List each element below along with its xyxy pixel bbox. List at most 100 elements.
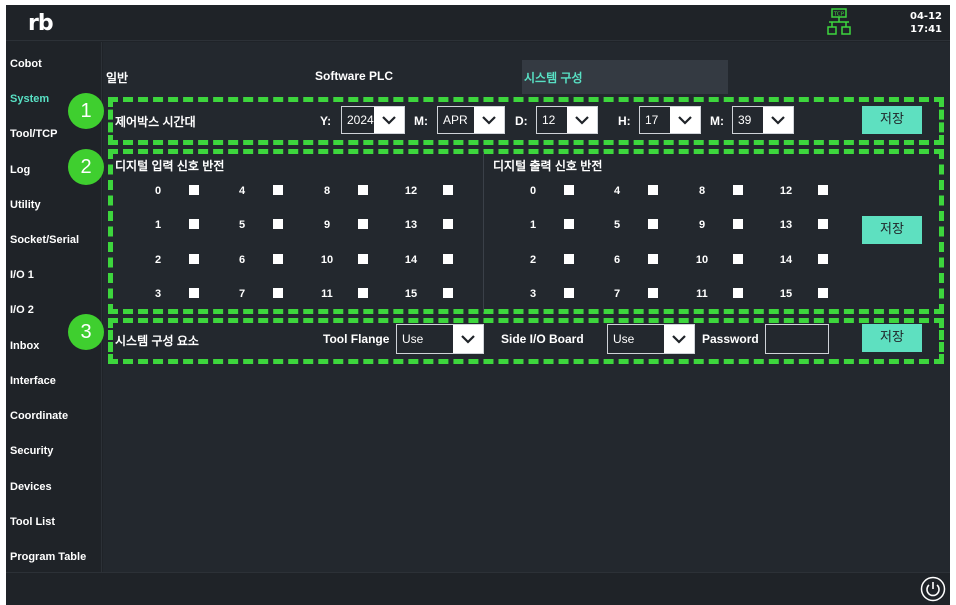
tcp-network-icon[interactable]: TCP [824, 8, 854, 38]
output-checkbox[interactable] [733, 288, 743, 298]
input-number: 2 [154, 254, 162, 266]
sidebar-item-io1[interactable]: I/O 1 [10, 269, 34, 281]
month-select[interactable]: APR [437, 106, 505, 134]
digital-input-title: 디지털 입력 신호 반전 [115, 159, 225, 173]
input-checkbox[interactable] [443, 288, 453, 298]
input-number: 1 [154, 219, 162, 231]
input-checkbox[interactable] [189, 288, 199, 298]
sidebar-item-log[interactable]: Log [10, 164, 30, 176]
sidebar-item-system[interactable]: System [10, 93, 49, 105]
output-checkbox[interactable] [733, 185, 743, 195]
input-number: 8 [323, 185, 331, 197]
month-label: M: [414, 114, 428, 128]
output-number: 5 [613, 219, 621, 231]
input-checkbox[interactable] [358, 254, 368, 264]
top-bar: rb TCP 04-12 17:41 [6, 5, 950, 41]
tool-flange-select[interactable]: Use [396, 324, 484, 354]
chevron-down-icon [374, 107, 404, 133]
step-badge-3: 3 [68, 314, 104, 350]
output-number: 10 [695, 254, 709, 266]
output-number: 9 [698, 219, 706, 231]
input-checkbox[interactable] [189, 219, 199, 229]
side-io-value: Use [613, 332, 635, 346]
digital-save-button[interactable]: 저장 [862, 216, 922, 244]
input-checkbox[interactable] [189, 185, 199, 195]
side-io-select[interactable]: Use [607, 324, 695, 354]
output-checkbox[interactable] [648, 288, 658, 298]
sidebar-item-tool-list[interactable]: Tool List [10, 516, 55, 528]
clock-time: 17:41 [910, 24, 942, 35]
input-checkbox[interactable] [358, 288, 368, 298]
input-number: 3 [154, 288, 162, 300]
sidebar-item-cobot[interactable]: Cobot [10, 58, 42, 70]
output-checkbox[interactable] [818, 185, 828, 195]
sidebar-item-devices[interactable]: Devices [10, 481, 52, 493]
tab-software-plc[interactable]: Software PLC [315, 69, 393, 83]
output-checkbox[interactable] [818, 219, 828, 229]
input-number: 11 [321, 288, 333, 300]
output-checkbox[interactable] [564, 219, 574, 229]
sidebar-item-inbox[interactable]: Inbox [10, 340, 39, 352]
chevron-down-icon [670, 107, 700, 133]
tool-flange-label: Tool Flange [323, 332, 390, 346]
tool-flange-value: Use [402, 332, 424, 346]
tab-system-config[interactable]: 시스템 구성 [524, 69, 583, 86]
year-value: 2024 [347, 113, 374, 127]
input-number: 10 [320, 254, 334, 266]
minute-select[interactable]: 39 [732, 106, 794, 134]
main-content: 일반 Software PLC 시스템 구성 제어박스 시간대 Y: 2024 … [103, 42, 950, 572]
input-number: 4 [238, 185, 246, 197]
power-icon[interactable] [920, 576, 946, 602]
input-checkbox[interactable] [273, 219, 283, 229]
output-checkbox[interactable] [818, 288, 828, 298]
sidebar-item-security[interactable]: Security [10, 445, 53, 457]
output-number: 8 [698, 185, 706, 197]
components-save-button[interactable]: 저장 [862, 324, 922, 352]
input-checkbox[interactable] [443, 219, 453, 229]
output-checkbox[interactable] [648, 185, 658, 195]
digital-output-title: 디지털 출력 신호 반전 [493, 159, 603, 173]
input-checkbox[interactable] [273, 254, 283, 264]
sidebar-item-interface[interactable]: Interface [10, 375, 56, 387]
input-number: 6 [238, 254, 246, 266]
input-checkbox[interactable] [358, 219, 368, 229]
input-number: 14 [404, 254, 418, 266]
output-checkbox[interactable] [564, 254, 574, 264]
output-checkbox[interactable] [733, 254, 743, 264]
output-checkbox[interactable] [564, 185, 574, 195]
input-checkbox[interactable] [273, 288, 283, 298]
output-checkbox[interactable] [648, 254, 658, 264]
month-value: APR [443, 113, 468, 127]
output-number: 15 [779, 288, 793, 300]
year-select[interactable]: 2024 [341, 106, 405, 134]
input-checkbox[interactable] [358, 185, 368, 195]
input-checkbox[interactable] [273, 185, 283, 195]
sidebar-item-utility[interactable]: Utility [10, 199, 41, 211]
sidebar-item-io2[interactable]: I/O 2 [10, 304, 34, 316]
hour-select[interactable]: 17 [639, 106, 701, 134]
sidebar-item-coordinate[interactable]: Coordinate [10, 410, 68, 422]
sidebar-item-socket-serial[interactable]: Socket/Serial [10, 234, 79, 246]
tab-general[interactable]: 일반 [106, 69, 128, 86]
sidebar-item-tool-tcp[interactable]: Tool/TCP [10, 128, 57, 140]
chevron-down-icon [664, 325, 694, 353]
sidebar-item-program-table[interactable]: Program Table [10, 551, 86, 563]
input-checkbox[interactable] [189, 254, 199, 264]
input-checkbox[interactable] [443, 185, 453, 195]
clock-date: 04-12 [910, 11, 942, 22]
output-checkbox[interactable] [564, 288, 574, 298]
output-checkbox[interactable] [818, 254, 828, 264]
day-select[interactable]: 12 [536, 106, 598, 134]
input-number: 13 [404, 219, 418, 231]
timezone-save-button[interactable]: 저장 [862, 106, 922, 134]
input-checkbox[interactable] [443, 254, 453, 264]
output-number: 11 [696, 288, 708, 300]
input-number: 9 [323, 219, 331, 231]
year-label: Y: [320, 114, 332, 128]
password-input[interactable] [765, 324, 829, 354]
day-value: 12 [542, 113, 556, 127]
day-label: D: [515, 114, 528, 128]
output-checkbox[interactable] [648, 219, 658, 229]
output-number: 13 [779, 219, 793, 231]
output-checkbox[interactable] [733, 219, 743, 229]
